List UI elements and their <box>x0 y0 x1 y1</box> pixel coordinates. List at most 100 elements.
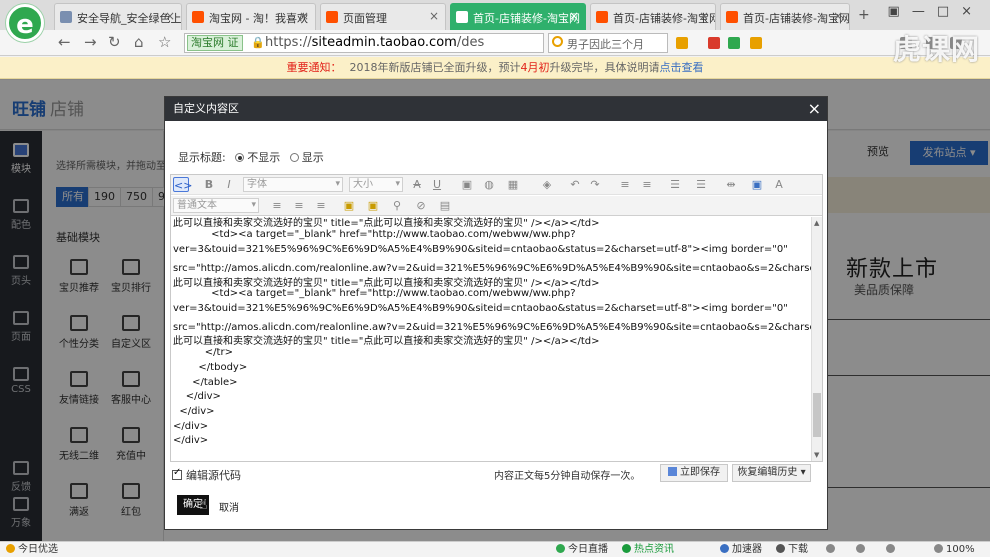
zoom-icon <box>934 544 943 553</box>
status-icon[interactable] <box>826 542 838 557</box>
browser-tab-active[interactable]: 首页-店铺装修-淘宝网 × <box>450 3 586 30</box>
edit-source-checkbox[interactable]: 编辑源代码 <box>172 467 241 483</box>
extension-icon[interactable] <box>708 37 720 49</box>
outdent-icon[interactable]: ≡ <box>639 177 655 192</box>
status-live[interactable]: 今日直播 <box>556 542 608 557</box>
status-download[interactable]: 下载 <box>776 542 808 557</box>
notice-banner: 重要通知： 2018年新版店铺已全面升级，预计4月初升级完毕，具体说明请点击查看 <box>0 57 990 79</box>
tab-favicon-icon <box>596 11 608 23</box>
browser-tab[interactable]: 首页-店铺装修-淘宝网 × <box>720 3 850 30</box>
search-icon <box>552 36 563 47</box>
menu-icon[interactable] <box>750 37 762 49</box>
tab-close-icon[interactable]: × <box>699 9 709 23</box>
indent-icon[interactable]: ≡ <box>617 177 633 192</box>
horizontal-rule-icon[interactable]: ⇹ <box>723 177 739 192</box>
show-title-option: 显示标题: 不显示 显示 <box>178 149 324 165</box>
notice-link[interactable]: 点击查看 <box>660 61 704 74</box>
code-line: <td><a target="_blank" href="http://www.… <box>173 288 576 299</box>
align-left-icon[interactable]: ≡ <box>269 198 285 213</box>
browser-tab[interactable]: 首页-店铺装修-淘宝网 × <box>590 3 716 30</box>
source-code-icon[interactable]: <> <box>173 177 192 192</box>
align-right-icon[interactable]: ≡ <box>313 198 329 213</box>
home-icon[interactable]: ⌂ <box>134 33 144 51</box>
new-tab-button[interactable]: + <box>854 3 874 30</box>
live-icon <box>556 544 565 553</box>
insert-picture-icon[interactable]: ▣ <box>749 177 765 192</box>
strikethrough-icon[interactable]: A <box>409 177 425 192</box>
align-center-icon[interactable]: ≡ <box>291 198 307 213</box>
clear-format-icon[interactable]: A <box>771 177 787 192</box>
scroll-up-icon[interactable]: ▲ <box>814 219 819 227</box>
globe-icon[interactable]: ◍ <box>481 177 497 192</box>
editor-scrollbar[interactable]: ▲ ▼ <box>811 217 822 461</box>
shield-icon[interactable] <box>728 37 740 49</box>
code-line: </tr> <box>173 347 233 358</box>
status-news[interactable]: 热点资讯 <box>622 542 674 557</box>
font-family-select[interactable]: 字体 <box>243 177 343 192</box>
search-input[interactable]: 男子因此三个月 <box>548 33 668 53</box>
code-line: </div> <box>173 421 209 432</box>
browser-logo-icon: e <box>6 4 44 42</box>
tab-close-icon[interactable]: × <box>833 9 843 23</box>
radio-show-title[interactable] <box>289 153 299 162</box>
url-input[interactable]: 淘宝网 证 🔒 https://siteadmin.taobao.com/des <box>184 33 544 53</box>
image-icon[interactable]: ▣ <box>459 177 475 192</box>
site-verified-badge: 淘宝网 证 <box>187 35 243 51</box>
tab-close-icon[interactable]: × <box>569 9 579 23</box>
browser-tab[interactable]: 淘宝网 - 淘！我喜欢 × <box>186 3 316 30</box>
code-line: </div> <box>173 406 215 417</box>
media-icon[interactable]: ▤ <box>437 198 453 213</box>
radio-hide-title[interactable] <box>235 153 245 162</box>
tab-close-icon[interactable]: × <box>165 9 175 23</box>
notice-text: 2018年新版店铺已全面升级，预计 <box>349 61 521 74</box>
lock-icon: 🔒 <box>251 36 265 49</box>
font-size-select[interactable]: 大小 <box>349 177 403 192</box>
disk-icon <box>668 467 677 476</box>
tab-favicon-icon <box>192 11 204 23</box>
back-arrow-icon[interactable]: ← <box>58 33 71 51</box>
link-icon[interactable]: ⚲ <box>389 198 405 213</box>
window-controls[interactable]: ▣—□× <box>888 4 984 19</box>
status-icon[interactable] <box>856 542 868 557</box>
restore-history-button[interactable]: 恢复编辑历史 ▾ <box>732 464 811 482</box>
hand-cursor-icon: ☝ <box>199 497 208 513</box>
close-icon[interactable]: × <box>808 97 821 121</box>
status-accelerator[interactable]: 加速器 <box>720 542 762 557</box>
paragraph-format-select[interactable]: 普通文本 <box>173 198 259 213</box>
anchor-icon[interactable]: ⊘ <box>413 198 429 213</box>
status-today-picks[interactable]: 今日优选 <box>6 542 58 557</box>
ordered-list-icon[interactable]: ☰ <box>667 177 683 192</box>
underline-icon[interactable]: U <box>429 177 445 192</box>
tab-favicon-icon <box>326 11 338 23</box>
zoom-level[interactable]: 100% <box>934 542 975 557</box>
emoticon-icon[interactable]: ▣ <box>341 198 357 213</box>
star-icon[interactable]: ☆ <box>158 33 171 51</box>
source-code-editor[interactable]: 此可以直接和卖家交流选好的宝贝" title="点此可以直接和卖家交流选好的宝贝… <box>171 217 811 461</box>
browser-tab[interactable]: 安全导航_安全绿色上网 × <box>54 3 182 30</box>
table-icon[interactable]: ▦ <box>505 177 521 192</box>
redo-icon[interactable]: ↷ <box>587 177 603 192</box>
template-icon[interactable]: ▣ <box>365 198 381 213</box>
bold-icon[interactable]: B <box>201 177 217 192</box>
browser-tab[interactable]: 页面管理 × <box>320 3 446 30</box>
apps-icon[interactable] <box>676 37 688 49</box>
trash-icon <box>886 544 895 553</box>
tab-close-icon[interactable]: × <box>299 9 309 23</box>
autosave-hint: 内容正文每5分钟自动保存一次。 <box>494 471 641 482</box>
forward-arrow-icon[interactable]: → <box>84 33 97 51</box>
undo-icon[interactable]: ↶ <box>567 177 583 192</box>
checkbox-checked-icon <box>172 467 182 480</box>
scrollbar-thumb[interactable] <box>813 393 821 437</box>
cancel-button[interactable]: 取消 <box>219 499 239 514</box>
tab-close-icon[interactable]: × <box>429 9 439 23</box>
watermark-logo: 虎课网 <box>892 33 980 66</box>
scroll-down-icon[interactable]: ▼ <box>814 451 819 459</box>
save-now-button[interactable]: 立即保存 <box>660 464 728 482</box>
refresh-icon[interactable]: ↻ <box>108 33 121 51</box>
notice-highlight: 4月初 <box>520 61 550 74</box>
status-icon[interactable] <box>886 542 898 557</box>
tab-favicon-icon <box>456 11 468 23</box>
fill-color-icon[interactable]: ◈ <box>539 177 555 192</box>
italic-icon[interactable]: I <box>221 177 237 192</box>
unordered-list-icon[interactable]: ☰ <box>693 177 709 192</box>
